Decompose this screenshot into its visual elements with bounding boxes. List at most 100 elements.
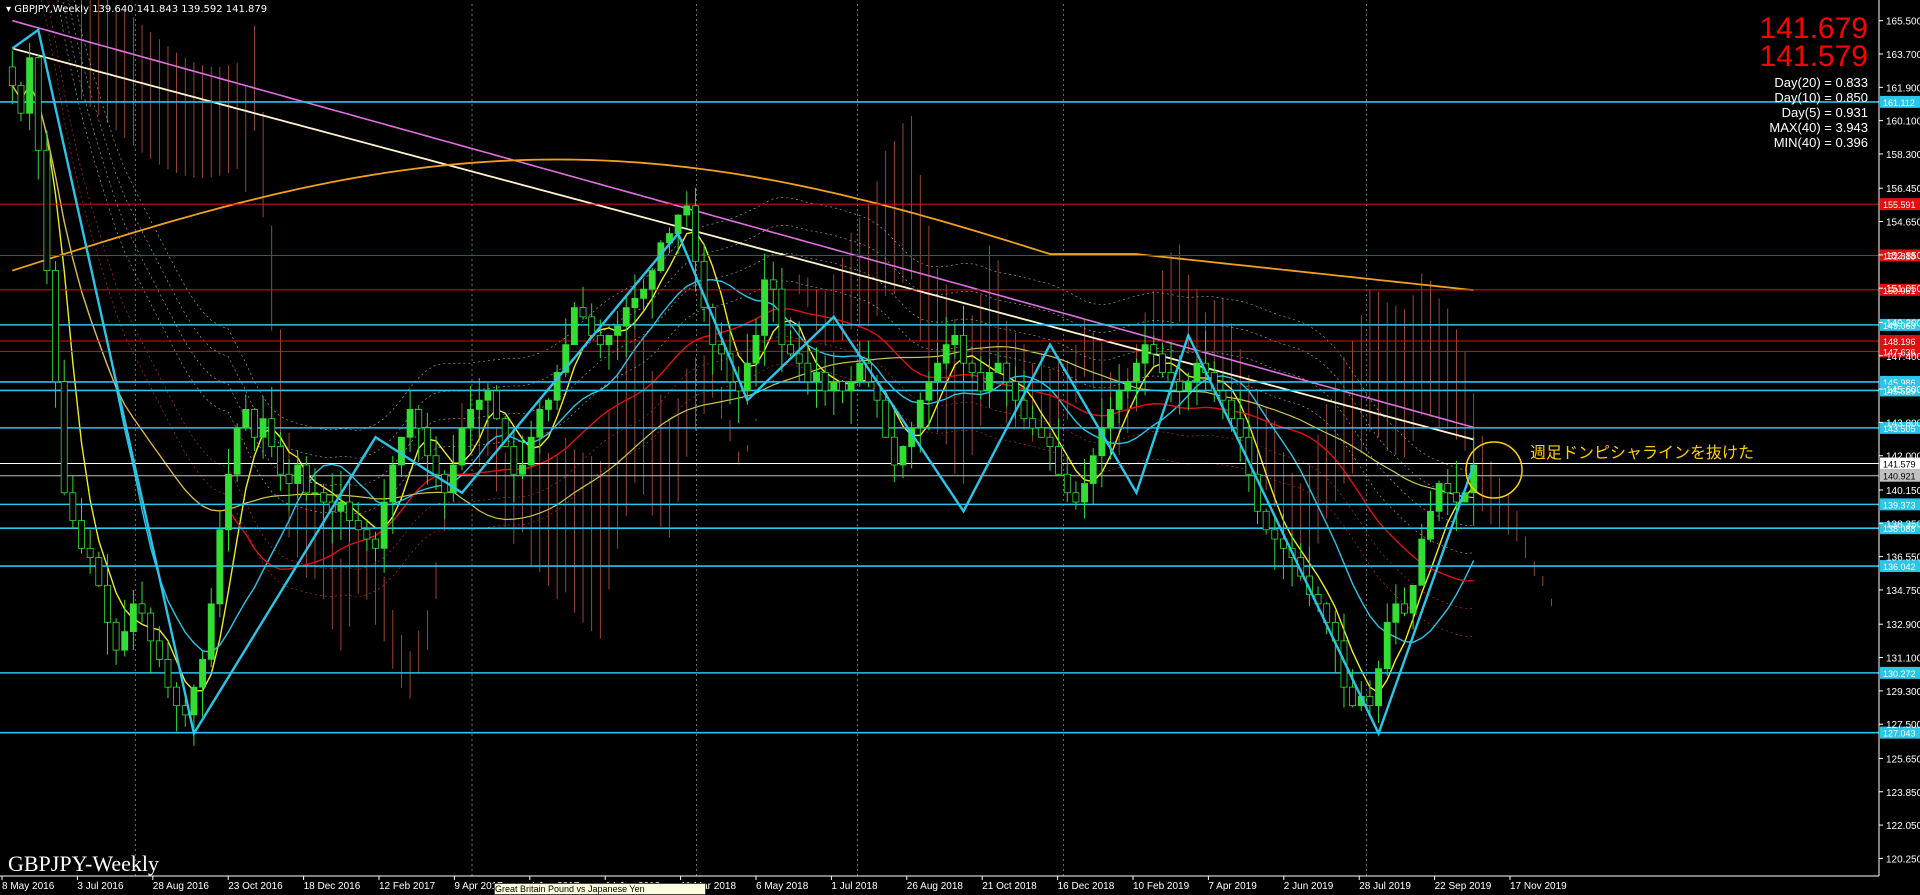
candle-body <box>1107 409 1114 429</box>
symbol-tooltip: Great Britain Pound vs Japanese Yen <box>494 883 706 895</box>
time-tick-label: 26 Aug 2018 <box>907 881 964 891</box>
candle-body <box>173 686 181 707</box>
candle-body <box>674 214 682 234</box>
price-tick-label: 129.300 <box>1886 687 1920 698</box>
candle-body <box>423 427 431 457</box>
candle-body <box>251 409 258 438</box>
candle-body <box>1081 483 1088 503</box>
candle-body <box>527 436 535 466</box>
candle-body <box>622 307 630 327</box>
candle-body <box>1392 603 1400 623</box>
candle-body <box>692 205 699 262</box>
price-tick-label: 123.850 <box>1886 788 1920 799</box>
price-tick-label: 143.800 <box>1886 418 1920 429</box>
candle-body <box>216 529 224 605</box>
chart-header: ▾ GBPJPY,Weekly 139.640 141.843 139.592 … <box>6 4 267 15</box>
candle-body <box>752 334 760 364</box>
candle-body <box>1029 418 1037 429</box>
candle-body <box>164 658 172 688</box>
candle-body <box>839 381 846 392</box>
candle-body <box>415 409 423 429</box>
price-tick-label: 152.850 <box>1886 251 1920 262</box>
candle-body <box>916 399 924 429</box>
candle-body <box>8 66 16 86</box>
price-tick-label: 136.550 <box>1886 553 1920 564</box>
candle-body <box>847 381 855 392</box>
time-tick-label: 6 May 2018 <box>756 881 809 891</box>
price-tick-label: 138.350 <box>1886 519 1920 530</box>
candle-body <box>372 538 379 549</box>
price-tick-label: 154.650 <box>1886 218 1920 229</box>
chart-watermark: GBPJPY-Weekly <box>8 851 160 876</box>
candle-body <box>1409 584 1417 614</box>
candle-body <box>1046 436 1054 447</box>
price-tick-label: 147.400 <box>1886 352 1920 363</box>
candle-body <box>207 603 215 660</box>
candle-body <box>960 334 967 364</box>
price-tick-label: 160.100 <box>1886 117 1920 128</box>
candle-body <box>769 279 777 290</box>
level-price-text: 161.112 <box>1883 98 1915 108</box>
candle-body <box>821 372 829 392</box>
price-tick-label: 161.900 <box>1886 83 1920 94</box>
candle-body <box>121 631 129 651</box>
candle-body <box>1037 427 1045 438</box>
candle-body <box>147 612 155 642</box>
stat-line: Day(20) = 0.833 <box>1774 75 1868 90</box>
time-tick-label: 1 Jul 2018 <box>831 881 878 891</box>
candle-body <box>596 334 604 346</box>
candle-body <box>648 270 656 290</box>
candle-body <box>942 344 950 364</box>
price-tick-label: 163.700 <box>1886 50 1920 61</box>
candle-body <box>614 325 622 336</box>
time-tick-label: 22 Sep 2019 <box>1435 881 1492 891</box>
candle-body <box>484 390 492 401</box>
candle-body <box>389 464 397 503</box>
candle-body <box>968 362 976 373</box>
candle-body <box>112 621 120 651</box>
candle-body <box>579 307 587 318</box>
candle-body <box>294 464 302 484</box>
price-tick-label: 156.450 <box>1886 184 1920 195</box>
ask-price: 141.579 <box>1759 40 1868 73</box>
candle-body <box>510 446 518 475</box>
candle-body <box>155 640 163 660</box>
level-price-text: 139.373 <box>1883 500 1916 510</box>
candle-body <box>1063 473 1071 494</box>
price-tick-label: 158.300 <box>1886 150 1920 161</box>
price-tick-label: 149.200 <box>1886 318 1920 329</box>
candle-body <box>899 446 907 466</box>
candle-body <box>406 409 414 438</box>
candle-body <box>242 409 250 429</box>
volatility-stats: Day(20) = 0.833 Day(10) = 0.850 Day(5) =… <box>1769 75 1868 150</box>
time-tick-label: 28 Jul 2019 <box>1359 881 1411 891</box>
candle-body <box>804 362 812 383</box>
candle-body <box>1176 381 1184 392</box>
candle-body <box>787 344 794 355</box>
time-tick-label: 10 Feb 2019 <box>1133 881 1190 891</box>
candle-body <box>95 557 103 586</box>
candle-body <box>34 57 42 151</box>
candle-body <box>86 547 94 558</box>
candle-body <box>475 399 483 410</box>
candle-body <box>1375 668 1382 707</box>
time-tick-label: 2 Jun 2019 <box>1284 881 1334 891</box>
candle-body <box>69 492 77 521</box>
candle-body <box>1383 621 1391 670</box>
candle-body <box>337 501 345 512</box>
candle-body <box>1219 390 1227 401</box>
candle-body <box>1003 362 1011 383</box>
candle-body <box>1124 381 1132 392</box>
time-tick-label: 17 Nov 2019 <box>1510 881 1567 891</box>
price-tick-label: 131.100 <box>1886 654 1920 665</box>
candle-body <box>795 353 803 364</box>
price-tick-label: 132.900 <box>1886 620 1920 631</box>
candle-body <box>320 492 328 503</box>
candle-body <box>17 85 25 114</box>
candle-body <box>717 344 725 355</box>
dropdown-triangle-icon[interactable]: ▾ <box>6 4 11 15</box>
candle-body <box>1150 344 1158 355</box>
time-tick-label: 7 Apr 2019 <box>1208 881 1257 891</box>
candle-body <box>1418 538 1426 586</box>
candle-body <box>813 372 820 383</box>
